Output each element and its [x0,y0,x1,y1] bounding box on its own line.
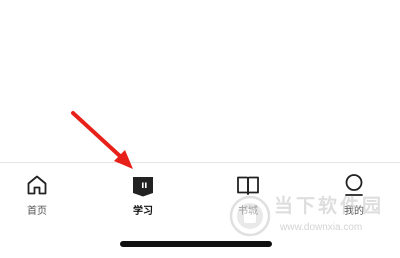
watermark-logo-icon [229,195,271,237]
tab-study[interactable]: 学习 [103,173,183,227]
watermark: 当下软件园 www.downxia.com [228,194,398,242]
tab-home[interactable]: 首页 [0,173,77,227]
content-area [0,0,400,162]
watermark-title: 当下软件园 [274,196,385,217]
watermark-url: www.downxia.com [280,222,363,233]
app-screen: 首页 学习 书城 我的 [0,0,400,258]
tab-study-label: 学习 [133,206,153,217]
home-icon [27,175,47,195]
tab-home-label: 首页 [27,206,47,217]
study-bookmark-icon [133,177,153,197]
